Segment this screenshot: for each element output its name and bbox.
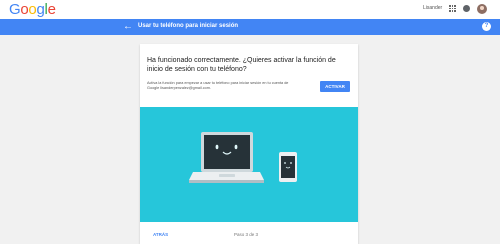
user-name[interactable]: Lisander [423,5,442,11]
back-arrow-icon[interactable]: ← [123,21,133,33]
back-button[interactable]: ATRÁS [153,232,168,237]
page-header: ← Usar tu teléfono para iniciar sesión ? [0,19,500,35]
laptop-phone-illustration [189,132,297,183]
phone-icon [279,152,297,182]
apps-grid-icon[interactable] [449,5,456,12]
google-logo[interactable]: Google [9,1,56,18]
illustration-panel [140,107,358,222]
logo-letter: g [36,1,45,18]
page-title: Usar tu teléfono para iniciar sesión [138,23,239,29]
notifications-icon[interactable] [463,5,470,12]
logo-letter: G [9,1,21,18]
logo-letter: e [47,1,56,18]
setup-card: Ha funcionado correctamente. ¿Quieres ac… [140,44,358,244]
activate-button[interactable]: ACTIVAR [320,81,350,92]
step-indicator: Paso 3 de 3 [234,232,259,237]
card-title: Ha funcionado correctamente. ¿Quieres ac… [147,57,336,73]
card-description: Activa la función para empezar a usar tu… [147,81,289,90]
google-top-bar: Google Lisander [0,0,500,19]
help-icon[interactable]: ? [482,22,491,31]
account-avatar[interactable] [477,4,487,14]
laptop-icon [189,132,264,183]
